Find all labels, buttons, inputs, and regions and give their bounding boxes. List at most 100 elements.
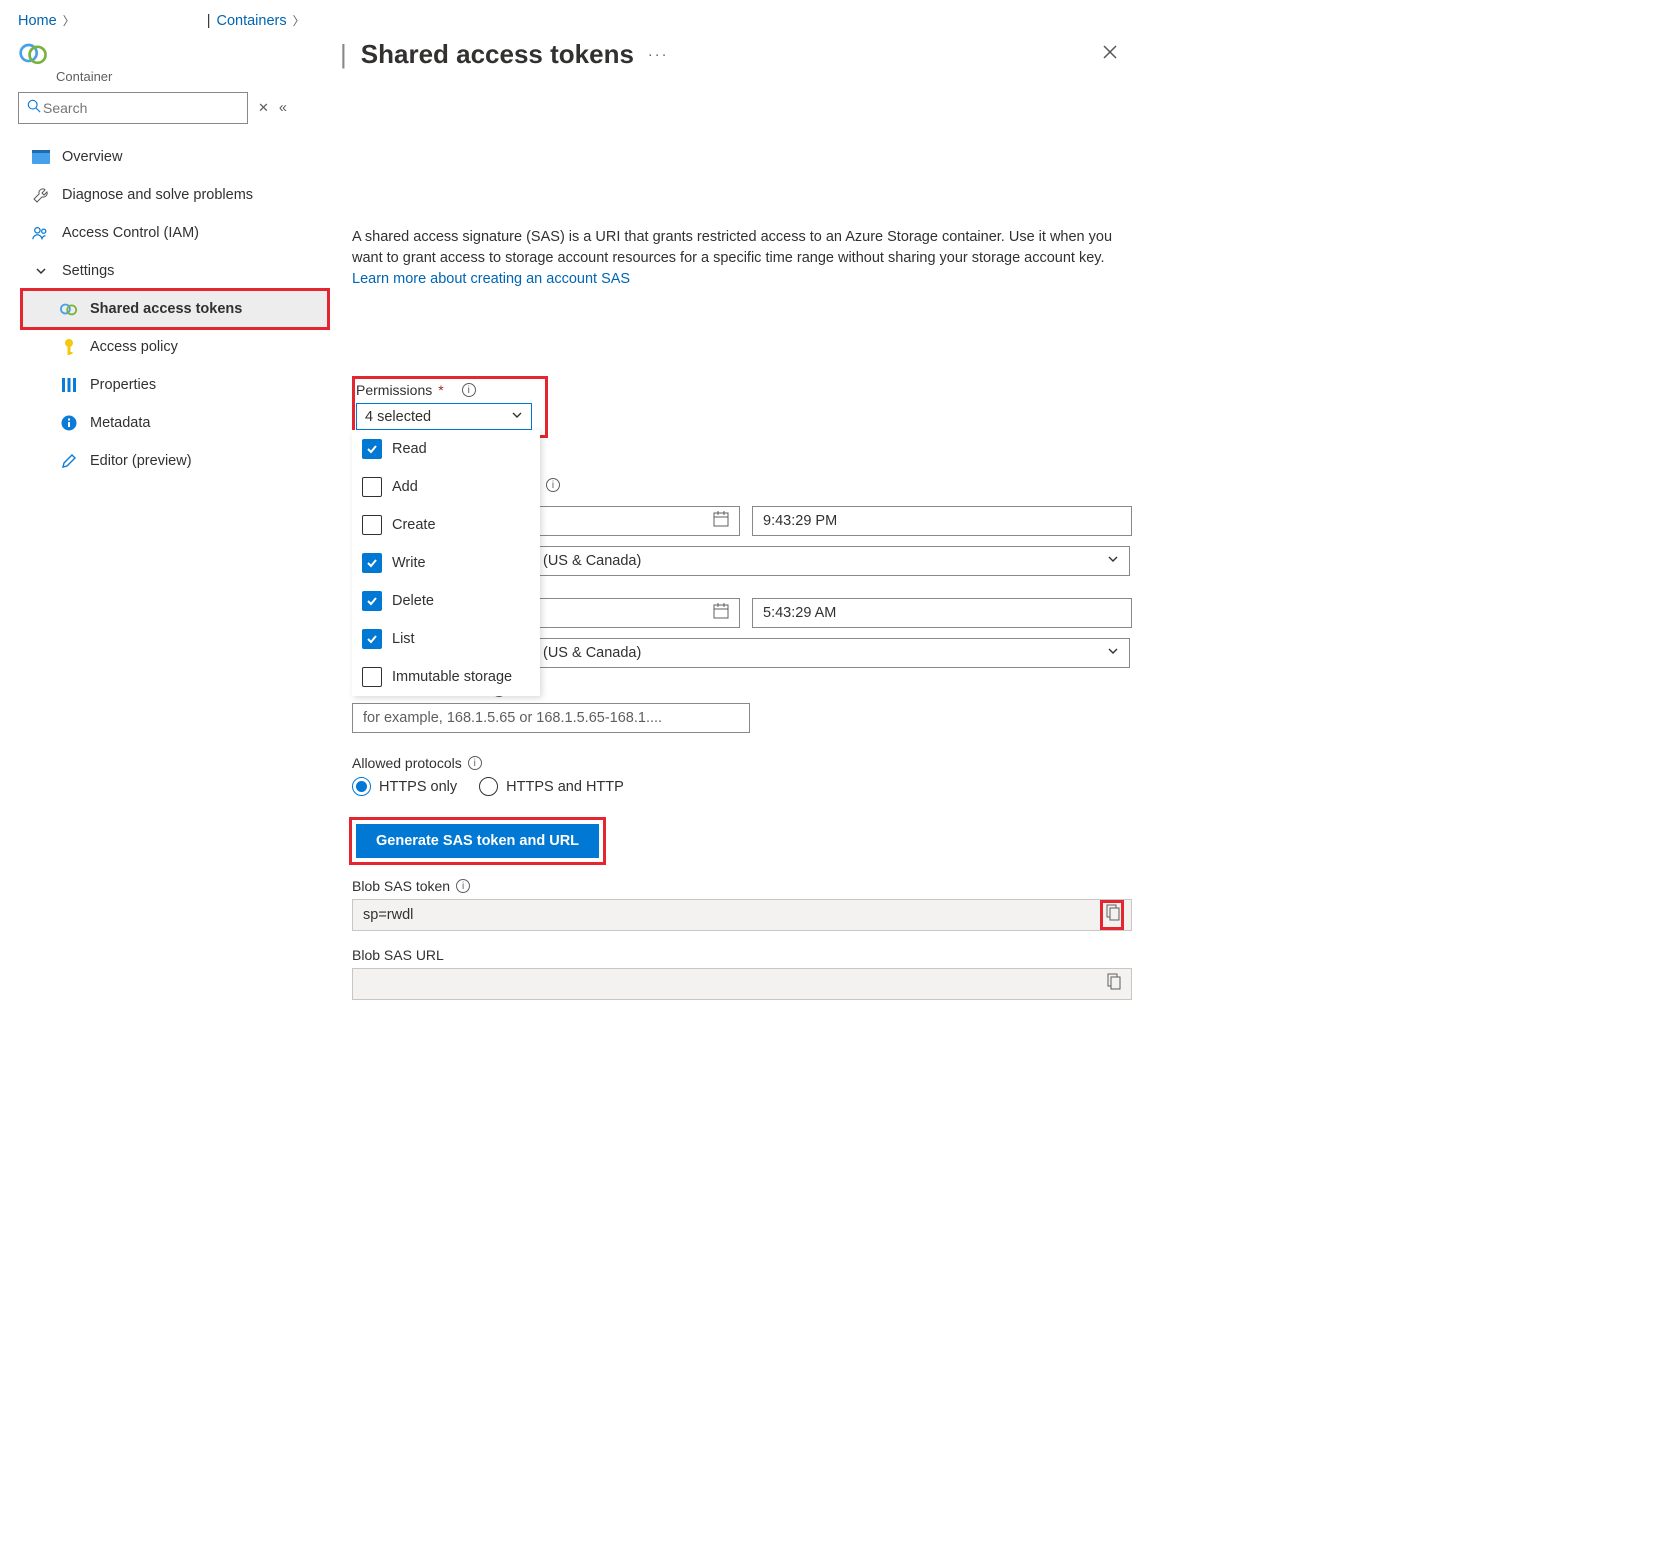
close-icon[interactable] [1098,40,1122,69]
radio-label: HTTPS only [379,779,457,795]
nav-label: Access Control (IAM) [62,225,199,241]
copy-icon[interactable] [1104,910,1120,926]
option-label: Write [392,555,426,571]
permissions-dropdown[interactable]: 4 selected [356,403,532,430]
search-input-wrapper[interactable] [18,92,248,124]
search-input[interactable] [41,99,239,117]
nav-overview[interactable]: Overview [18,138,328,176]
nav-label: Editor (preview) [90,453,192,469]
perm-option-read[interactable]: Read [352,430,540,468]
placeholder-text: for example, 168.1.5.65 or 168.1.5.65-16… [363,710,662,726]
nav-label: Settings [62,263,114,279]
required-indicator: * [438,382,443,398]
info-icon[interactable]: i [456,879,470,893]
nav-editor[interactable]: Editor (preview) [22,442,328,480]
time-value: 9:43:29 PM [763,513,837,529]
nav-properties[interactable]: Properties [22,366,328,404]
nav-label: Metadata [90,415,150,431]
copy-icon[interactable] [1105,973,1121,995]
breadcrumb: Home 〉 | Containers 〉 [18,12,1122,29]
permissions-selected-text: 4 selected [365,409,431,425]
sidebar: ✕ « Overview Diagnose and solve problems… [18,92,328,1000]
radio-https-and-http[interactable]: HTTPS and HTTP [479,777,624,796]
page-title: Shared access tokens [361,39,634,70]
key-icon [60,338,78,356]
wrench-icon [32,186,50,204]
nav-metadata[interactable]: Metadata [22,404,328,442]
option-label: Add [392,479,418,495]
option-label: List [392,631,415,647]
perm-option-create[interactable]: Create [352,506,540,544]
more-actions-icon[interactable]: ··· [648,47,669,63]
radio-icon [352,777,371,796]
chevron-right-icon: 〉 [293,12,305,29]
chevron-down-icon [32,262,50,280]
main-content: A shared access signature (SAS) is a URI… [328,92,1132,1000]
allowed-protocols-label: Allowed protocols [352,755,462,771]
people-icon [32,224,50,242]
perm-option-delete[interactable]: Delete [352,582,540,620]
properties-icon [60,376,78,394]
radio-icon [479,777,498,796]
breadcrumb-home[interactable]: Home [18,13,57,29]
nav-shared-access-tokens[interactable]: Shared access tokens [22,290,328,328]
nav-settings-group[interactable]: Settings [18,252,328,290]
nav-iam[interactable]: Access Control (IAM) [18,214,328,252]
nav-access-policy[interactable]: Access policy [22,328,328,366]
permissions-label: Permissions [356,382,432,398]
resource-type-label: Container [56,69,112,84]
option-label: Delete [392,593,434,609]
nav-label: Overview [62,149,122,165]
checkbox-icon [362,477,382,497]
option-label: Immutable storage [392,669,512,685]
checkbox-icon [362,439,382,459]
checkbox-icon [362,553,382,573]
chevron-down-icon [1107,553,1119,569]
nav-label: Access policy [90,339,178,355]
nav-diagnose[interactable]: Diagnose and solve problems [18,176,328,214]
radio-label: HTTPS and HTTP [506,779,624,795]
breadcrumb-containers[interactable]: Containers [216,13,286,29]
allowed-ip-input[interactable]: for example, 168.1.5.65 or 168.1.5.65-16… [352,703,750,733]
overview-icon [32,148,50,166]
generate-sas-button[interactable]: Generate SAS token and URL [356,824,599,858]
calendar-icon [713,511,729,531]
info-icon[interactable]: i [468,756,482,770]
info-icon [60,414,78,432]
option-label: Create [392,517,436,533]
timezone-value: (US & Canada) [543,553,641,569]
search-icon [27,99,41,117]
radio-https-only[interactable]: HTTPS only [352,777,457,796]
checkbox-icon [362,591,382,611]
sas-url-output[interactable] [352,968,1132,1000]
end-time-input[interactable]: 5:43:29 AM [752,598,1132,628]
generate-button-highlight: Generate SAS token and URL [352,820,603,862]
perm-option-write[interactable]: Write [352,544,540,582]
sas-token-label: Blob SAS token [352,878,450,894]
collapse-sidebar-icon[interactable]: « [279,100,287,116]
perm-option-immutable[interactable]: Immutable storage [352,658,540,696]
sas-token-output[interactable]: sp=rwdl [352,899,1132,931]
clear-search-icon[interactable]: ✕ [258,100,269,116]
nav-label: Diagnose and solve problems [62,187,253,203]
start-time-input[interactable]: 9:43:29 PM [752,506,1132,536]
title-separator: | [340,39,347,70]
sas-token-value: sp=rwdl [363,907,413,923]
checkbox-icon [362,667,382,687]
perm-option-list[interactable]: List [352,620,540,658]
perm-option-add[interactable]: Add [352,468,540,506]
chevron-down-icon [1107,645,1119,661]
intro-text: A shared access signature (SAS) is a URI… [352,227,1132,290]
nav-label: Shared access tokens [90,301,242,317]
info-icon[interactable]: i [462,383,476,397]
checkbox-icon [362,515,382,535]
time-value: 5:43:29 AM [763,605,836,621]
timezone-value: (US & Canada) [543,645,641,661]
info-icon[interactable]: i [546,478,560,492]
nav-label: Properties [90,377,156,393]
container-icon [18,39,50,71]
sas-url-label: Blob SAS URL [352,947,444,963]
permissions-options-list: Read Add Create Write [352,430,540,696]
learn-more-link[interactable]: Learn more about creating an account SAS [352,271,630,287]
chevron-down-icon [511,409,523,425]
